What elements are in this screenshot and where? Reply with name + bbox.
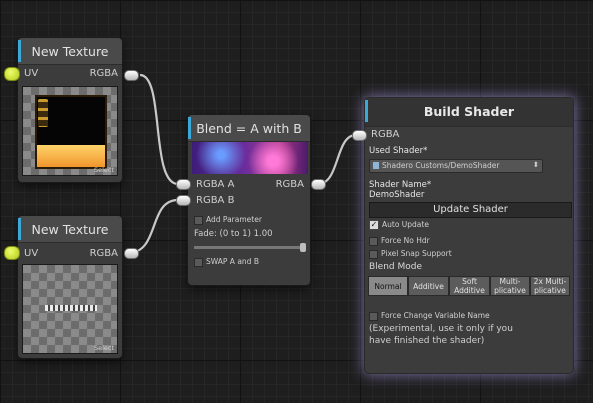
build-shader-title: Build Shader [423,104,515,119]
blend-mode-label-text: Normal [374,281,402,291]
add-parameter-checkbox[interactable] [194,215,203,225]
texture-node-2[interactable]: New Texture UV RGBA Select [18,216,122,358]
texture-node-2-title: New Texture [31,222,109,237]
texture-preview-1[interactable]: Select [22,86,118,176]
fade-slider[interactable] [194,243,306,252]
dropdown-arrow-icon: ⬍ [532,160,539,169]
pixel-snap-checkbox[interactable] [369,249,378,259]
texture-node-1-title: New Texture [31,44,109,59]
uv-label: UV [24,248,39,259]
blend-preview [192,142,308,174]
rgba-output-port-1[interactable] [124,70,139,81]
rgba-b-input-port[interactable] [176,195,191,206]
swap-checkbox[interactable] [194,257,203,267]
fade-slider-fill [194,246,302,249]
select-button[interactable]: Select [94,344,114,352]
uv-input-port-1[interactable] [4,67,20,81]
used-shader-value: Shadero Customs/DemoShader [382,161,500,170]
swap-toggle[interactable]: SWAP A and B [194,257,259,267]
rgba-input-label: RGBA [371,129,400,140]
blend-mode-label: Blend Mode [369,262,423,272]
rgba-output-port-2[interactable] [124,248,139,259]
wire-texture1-to-blend-a [139,73,179,186]
texture-1-frame-decor [38,99,48,127]
build-shader-header[interactable]: Build Shader [365,98,573,127]
blend-node-header[interactable]: Blend = A with B [188,115,310,142]
fade-label: Fade: (0 to 1) 1.00 [194,229,273,239]
rgba-output-label: RGBA [275,179,304,190]
blend-mode-multiplicative[interactable]: Multi-plicative [490,276,530,296]
auto-update-toggle[interactable]: ✓ Auto Update [369,220,429,230]
force-change-toggle[interactable]: Force Change Variable Name [369,311,490,321]
blend-mode-soft-additive[interactable]: Soft Additive [449,276,490,296]
experimental-note-line2: have finished the shader) [369,336,485,346]
texture-node-1[interactable]: New Texture UV RGBA Select [18,38,122,182]
add-parameter-label: Add Parameter [206,215,262,224]
blend-mode-normal[interactable]: Normal [368,276,408,296]
uv-input-port-2[interactable] [4,246,20,260]
texture-1-image [35,95,107,169]
texture-2-text-mark [45,305,97,311]
update-shader-button[interactable]: Update Shader [369,202,572,218]
force-change-checkbox[interactable] [369,311,378,321]
texture-1-glow-bar [37,145,105,167]
rgba-a-input-port[interactable] [176,179,191,190]
blend-output-port[interactable] [311,179,326,190]
add-parameter-toggle[interactable]: Add Parameter [194,215,262,225]
blend-mode-label-text-2: plicative [534,286,566,295]
pixel-snap-toggle[interactable]: Pixel Snap Support [369,249,452,259]
blend-node[interactable]: Blend = A with B RGBA A RGBA RGBA B Add … [188,115,310,285]
force-no-hdr-checkbox[interactable] [369,236,378,246]
blend-mode-2x-multiplicative[interactable]: 2x Multi-plicative [530,276,570,296]
blend-mode-label-text: Additive [413,281,444,291]
rgba-output-label: RGBA [89,68,118,79]
blend-mode-label-text: 2x Multi- [533,277,567,286]
shader-name-value[interactable]: DemoShader [369,190,424,200]
swap-label: SWAP A and B [206,257,259,266]
experimental-note-line1: (Experimental, use it only if you [369,324,513,334]
texture-node-2-header[interactable]: New Texture [18,216,122,243]
rgba-output-label: RGBA [89,248,118,259]
build-shader-node[interactable]: Build Shader RGBA Used Shader* Shadero C… [365,98,573,373]
shader-file-icon [373,162,379,169]
blend-mode-tabs: Normal Additive Soft Additive Multi-plica… [368,276,570,296]
fade-slider-handle[interactable] [300,243,306,252]
blend-mode-label-text: Multi- [499,277,521,286]
force-no-hdr-toggle[interactable]: Force No Hdr [369,236,430,246]
pixel-snap-label: Pixel Snap Support [381,249,452,258]
force-no-hdr-label: Force No Hdr [381,236,430,245]
texture-node-1-header[interactable]: New Texture [18,38,122,65]
auto-update-checkbox[interactable]: ✓ [369,220,379,230]
uv-label: UV [24,68,39,79]
wire-blend-to-build [317,133,357,186]
auto-update-label: Auto Update [382,220,429,229]
blend-mode-label-text-2: plicative [494,286,526,295]
rgba-a-input-label: RGBA A [196,179,235,190]
force-change-label: Force Change Variable Name [381,311,490,320]
blend-mode-label-text-2: Additive [454,286,485,295]
texture-preview-2[interactable]: Select [22,264,118,354]
build-shader-input-port[interactable] [352,130,367,141]
used-shader-select[interactable]: Shadero Customs/DemoShader ⬍ [369,159,543,173]
blend-mode-additive[interactable]: Additive [408,276,449,296]
select-button[interactable]: Select [94,166,114,174]
used-shader-label: Used Shader* [369,146,428,156]
update-shader-label: Update Shader [433,204,508,215]
blend-node-title: Blend = A with B [196,121,302,136]
wire-texture2-to-blend-b [127,198,179,255]
rgba-b-input-label: RGBA B [196,195,235,206]
blend-mode-label-text: Soft [462,277,477,286]
shader-name-label: Shader Name* [369,180,432,190]
